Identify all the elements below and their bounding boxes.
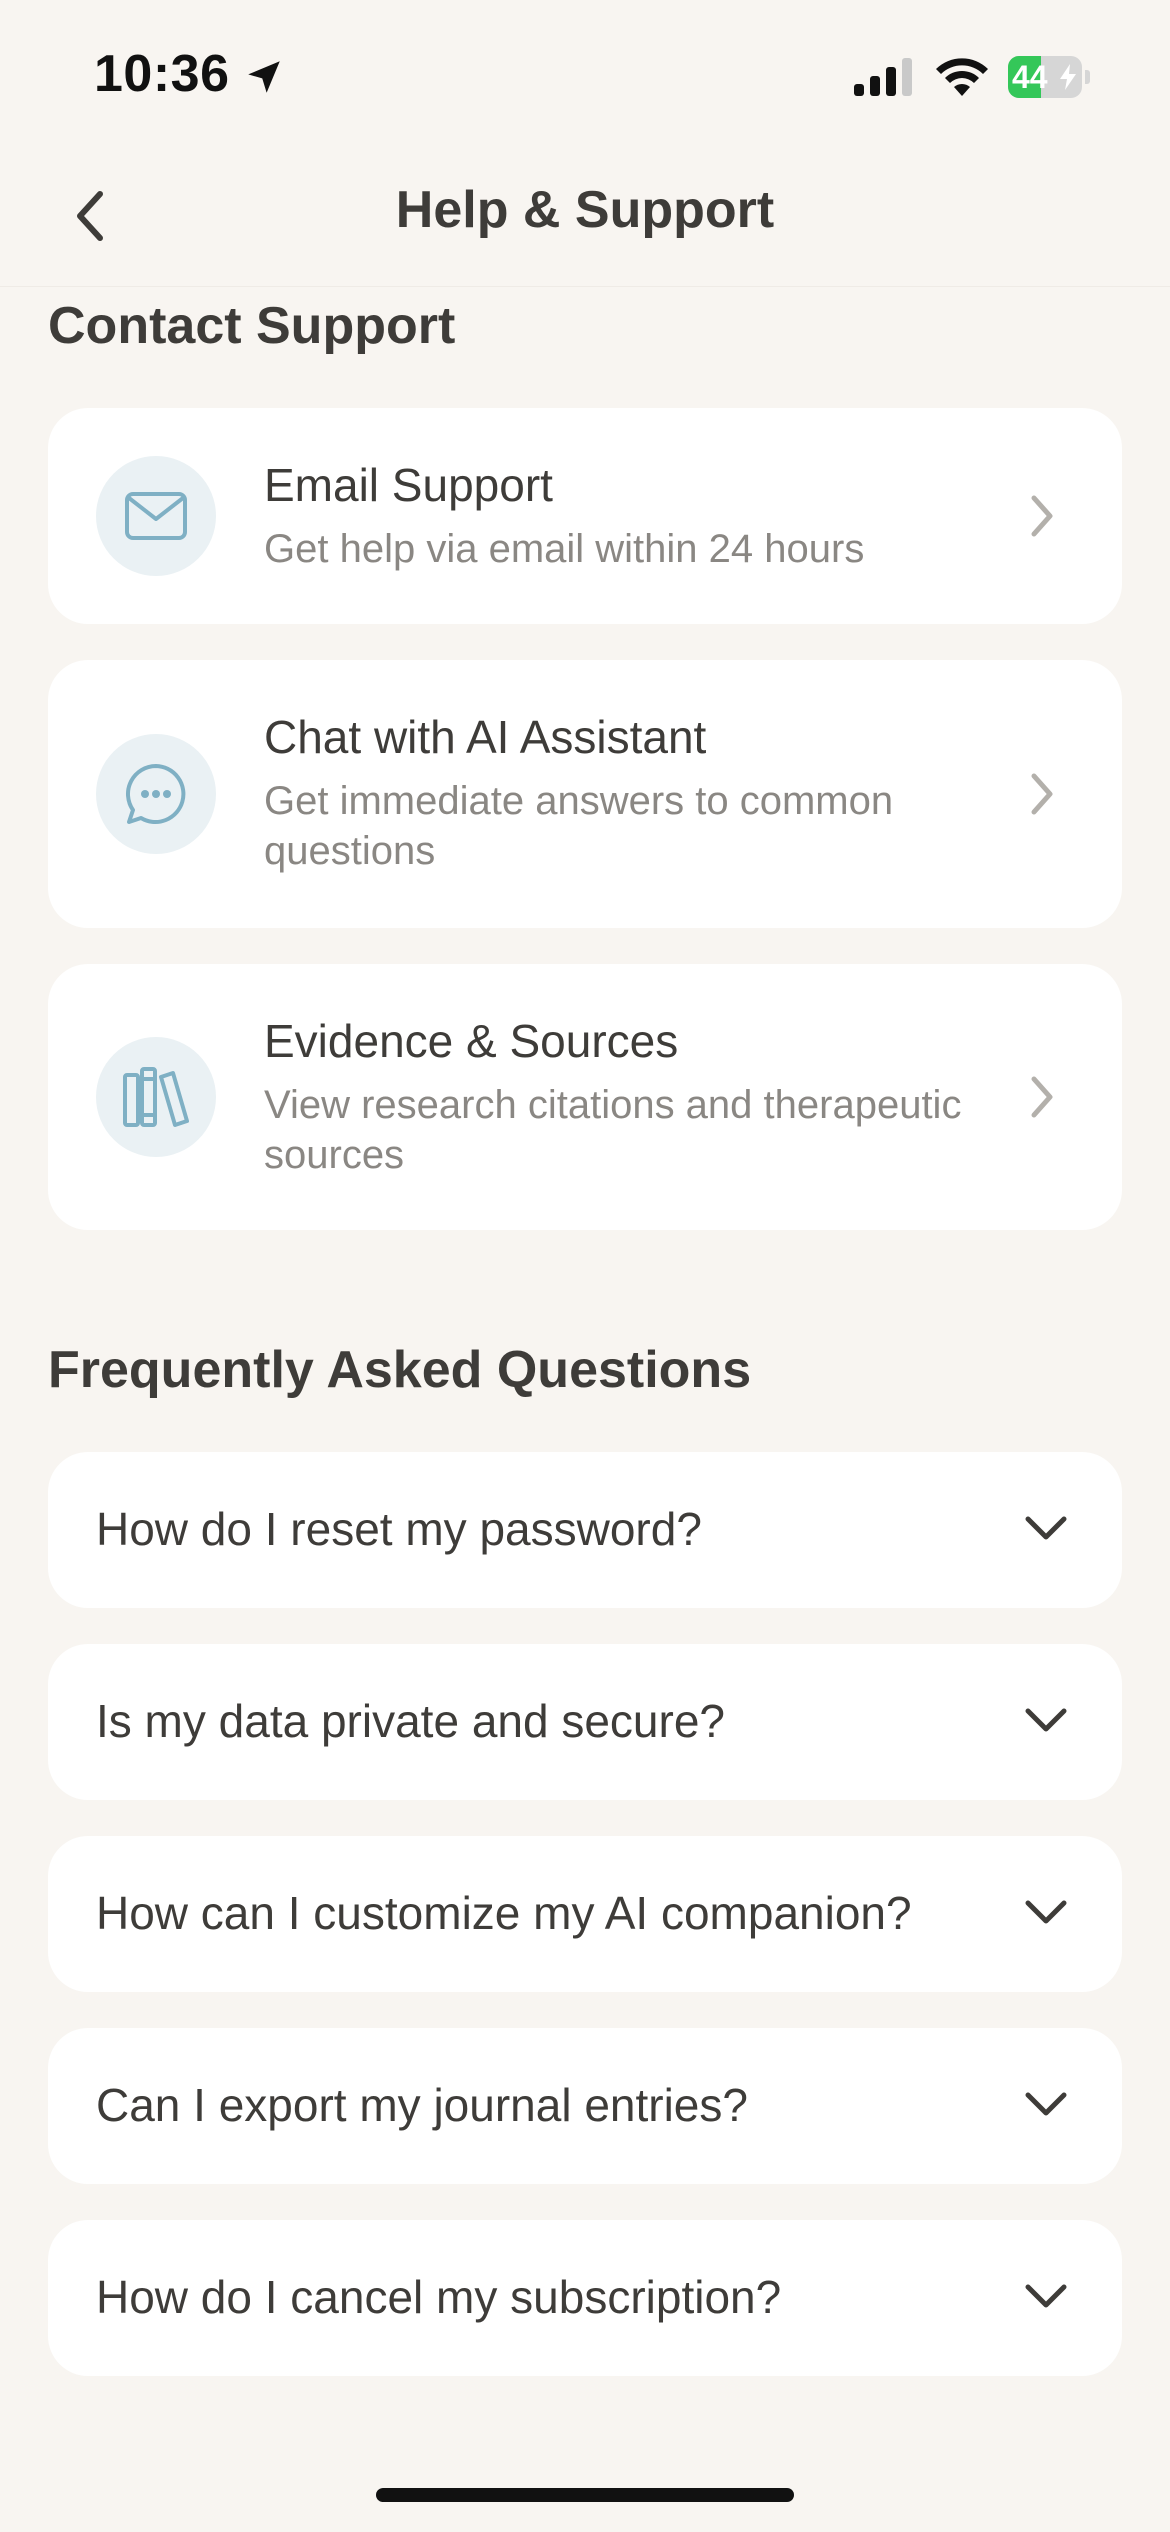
faq-heading: Frequently Asked Questions	[48, 1341, 752, 1399]
location-arrow-icon	[248, 61, 280, 93]
home-indicator[interactable]	[376, 2488, 794, 2502]
chevron-right-icon	[1031, 773, 1053, 815]
evidence-sources-title: Evidence & Sources	[264, 1015, 679, 1067]
ai-assistant-title: Chat with AI Assistant	[264, 711, 707, 763]
contact-support-heading: Contact Support	[48, 297, 456, 355]
books-icon	[123, 1067, 189, 1127]
faq-item-data-privacy[interactable]: Is my data private and secure?	[48, 1644, 1122, 1800]
chevron-right-icon	[1031, 1076, 1053, 1118]
wifi-icon	[936, 58, 988, 96]
faq-question: How do I reset my password?	[96, 1503, 702, 1555]
battery-indicator: 44	[1008, 56, 1090, 98]
charging-bolt-icon	[1060, 64, 1076, 90]
page-title: Help & Support	[395, 181, 775, 239]
books-icon-circle	[96, 1037, 216, 1157]
cellular-signal-icon	[854, 58, 912, 96]
navigation-bar: Help & Support	[0, 150, 1170, 287]
faq-question: Can I export my journal entries?	[96, 2079, 748, 2131]
chat-icon-circle	[96, 734, 216, 854]
chevron-down-icon	[1025, 2284, 1067, 2308]
faq-item-reset-password[interactable]: How do I reset my password?	[48, 1452, 1122, 1608]
chat-bubble-icon	[125, 764, 186, 824]
email-support-title: Email Support	[264, 459, 553, 511]
faq-item-cancel-subscription[interactable]: How do I cancel my subscription?	[48, 2220, 1122, 2376]
evidence-sources-card[interactable]: Evidence & Sources View research citatio…	[48, 964, 1122, 1230]
faq-question: Is my data private and secure?	[96, 1695, 725, 1747]
faq-question: How can I customize my AI companion?	[96, 1887, 912, 1939]
email-support-subtitle: Get help via email within 24 hours	[264, 527, 865, 571]
email-support-card[interactable]: Email Support Get help via email within …	[48, 408, 1122, 624]
ai-assistant-subtitle: Get immediate answers to common question…	[264, 779, 894, 873]
chevron-right-icon	[1031, 495, 1053, 537]
faq-question: How do I cancel my subscription?	[96, 2271, 782, 2323]
envelope-icon	[125, 492, 187, 540]
faq-item-customize-companion[interactable]: How can I customize my AI companion?	[48, 1836, 1122, 1992]
email-icon-circle	[96, 456, 216, 576]
ai-assistant-card[interactable]: Chat with AI Assistant Get immediate ans…	[48, 660, 1122, 928]
battery-level: 44	[1012, 59, 1048, 95]
status-bar: 10:36 44	[0, 0, 1170, 150]
evidence-sources-subtitle: View research citations and therapeutic …	[264, 1083, 962, 1177]
battery-tip	[1085, 70, 1090, 84]
chevron-down-icon	[1025, 1708, 1067, 1732]
chevron-down-icon	[1025, 1516, 1067, 1540]
status-time: 10:36	[94, 45, 230, 103]
chevron-down-icon	[1025, 1900, 1067, 1924]
chevron-down-icon	[1025, 2092, 1067, 2116]
faq-item-export-journal[interactable]: Can I export my journal entries?	[48, 2028, 1122, 2184]
battery-body: 44	[1008, 56, 1082, 98]
